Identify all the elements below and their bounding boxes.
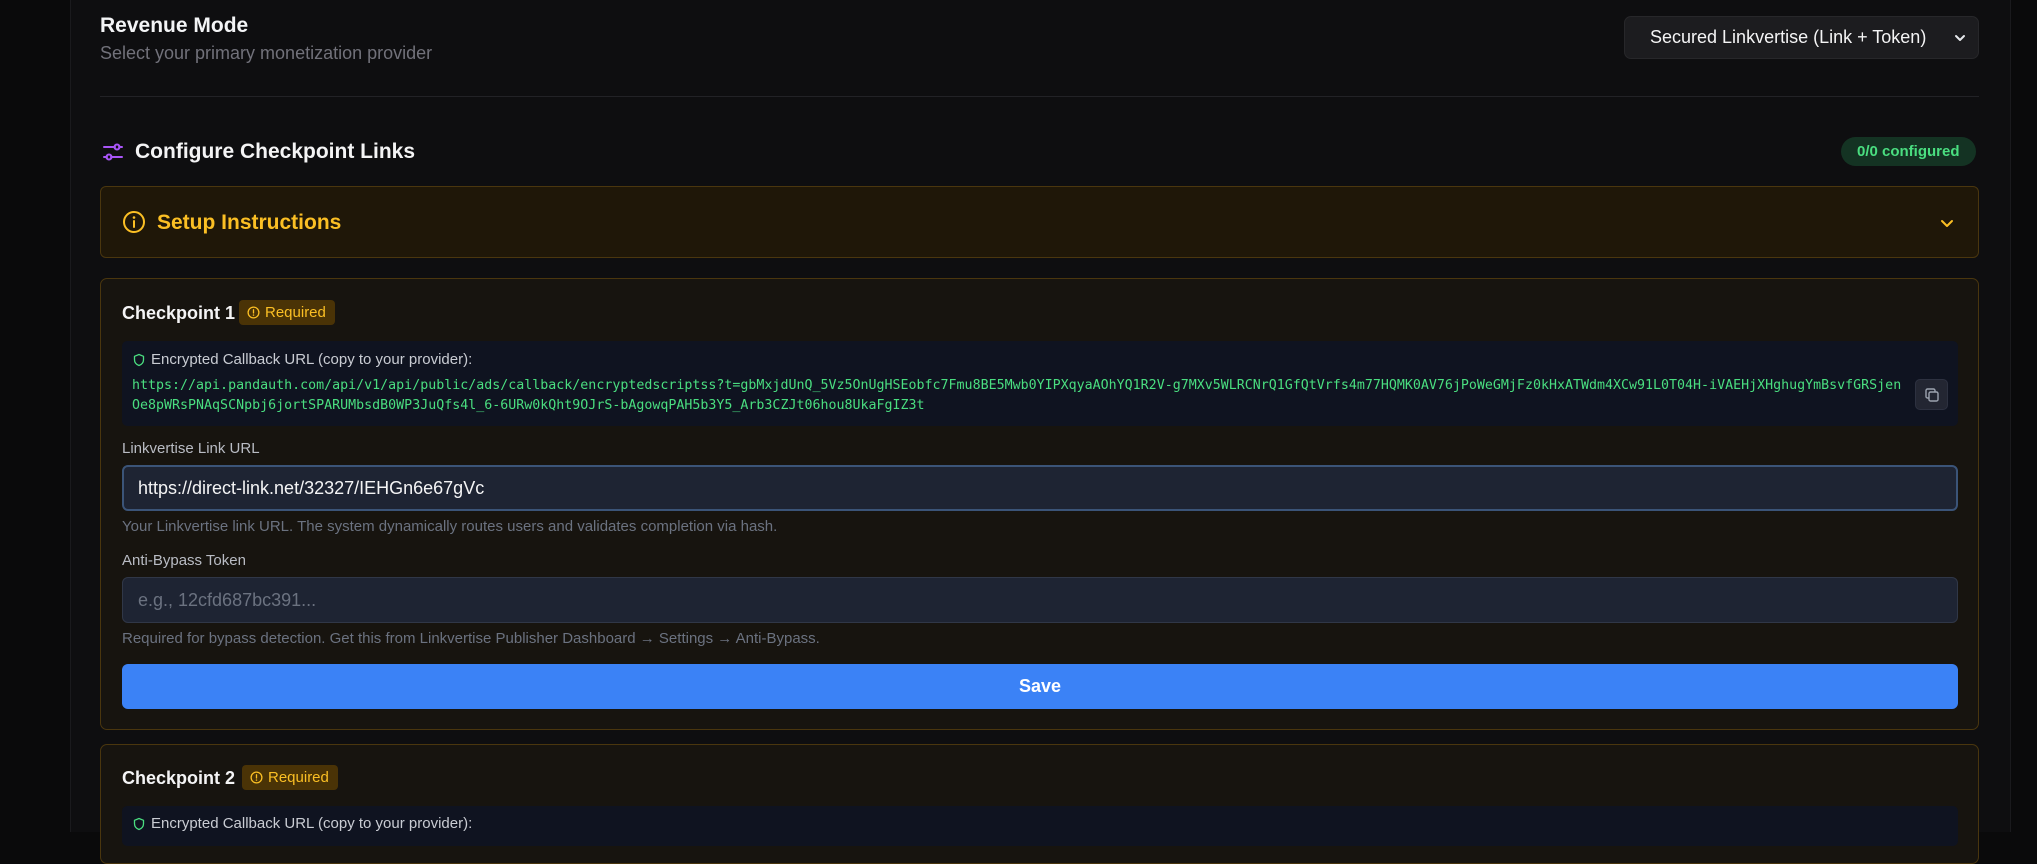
anti-bypass-token-input[interactable] bbox=[122, 577, 1958, 623]
setup-instructions-accordion[interactable]: Setup Instructions bbox=[100, 186, 1979, 258]
configure-checkpoints-title: Configure Checkpoint Links bbox=[135, 140, 416, 163]
checkpoint-card: Checkpoint 1 Required Encrypted Callback… bbox=[100, 278, 1979, 730]
info-icon bbox=[123, 211, 145, 233]
setup-instructions-title: Setup Instructions bbox=[157, 211, 342, 234]
configured-count-badge: 0/0 configured bbox=[1841, 137, 1976, 166]
revenue-mode-selected-value: Secured Linkvertise (Link + Token) bbox=[1650, 27, 1927, 47]
chevron-down-icon bbox=[1941, 220, 1953, 227]
required-badge: Required bbox=[242, 765, 338, 790]
sliders-icon bbox=[103, 143, 123, 161]
anti-bypass-token-hint: Required for bypass detection. Get this … bbox=[122, 630, 820, 647]
alert-circle-icon bbox=[247, 306, 260, 319]
required-badge-label: Required bbox=[265, 304, 326, 321]
callback-url-label-text: Encrypted Callback URL (copy to your pro… bbox=[151, 815, 473, 832]
shield-icon bbox=[133, 353, 145, 366]
alert-circle-icon bbox=[250, 771, 263, 784]
section-divider bbox=[100, 96, 1979, 97]
copy-button[interactable] bbox=[1915, 379, 1948, 410]
callback-url-box: Encrypted Callback URL (copy to your pro… bbox=[122, 806, 1958, 846]
callback-url-label: Encrypted Callback URL (copy to your pro… bbox=[132, 351, 472, 368]
callback-url-value[interactable]: https://api.pandauth.com/api/v1/api/publ… bbox=[132, 376, 1907, 416]
shield-icon bbox=[133, 817, 145, 830]
anti-bypass-token-label: Anti-Bypass Token bbox=[122, 552, 246, 569]
required-badge: Required bbox=[239, 300, 335, 325]
chevron-down-icon bbox=[1955, 34, 1965, 41]
copy-icon bbox=[1924, 387, 1939, 402]
revenue-mode-title: Revenue Mode bbox=[100, 14, 249, 37]
checkpoint-card: Checkpoint 2 Required Encrypted Callback… bbox=[100, 744, 1979, 864]
callback-url-label: Encrypted Callback URL (copy to your pro… bbox=[132, 815, 472, 832]
checkpoint-title: Checkpoint 1 bbox=[122, 303, 236, 323]
callback-url-box: Encrypted Callback URL (copy to your pro… bbox=[122, 341, 1958, 426]
required-badge-label: Required bbox=[268, 769, 329, 786]
link-url-label: Linkvertise Link URL bbox=[122, 440, 260, 457]
revenue-mode-select[interactable]: Secured Linkvertise (Link + Token) bbox=[1624, 16, 1979, 59]
revenue-mode-subtitle: Select your primary monetization provide… bbox=[100, 43, 433, 63]
link-url-input[interactable] bbox=[122, 465, 1958, 511]
link-url-hint: Your Linkvertise link URL. The system dy… bbox=[122, 518, 778, 535]
save-button[interactable]: Save bbox=[122, 664, 1958, 709]
checkpoint-title: Checkpoint 2 bbox=[122, 768, 236, 788]
callback-url-label-text: Encrypted Callback URL (copy to your pro… bbox=[151, 351, 473, 368]
